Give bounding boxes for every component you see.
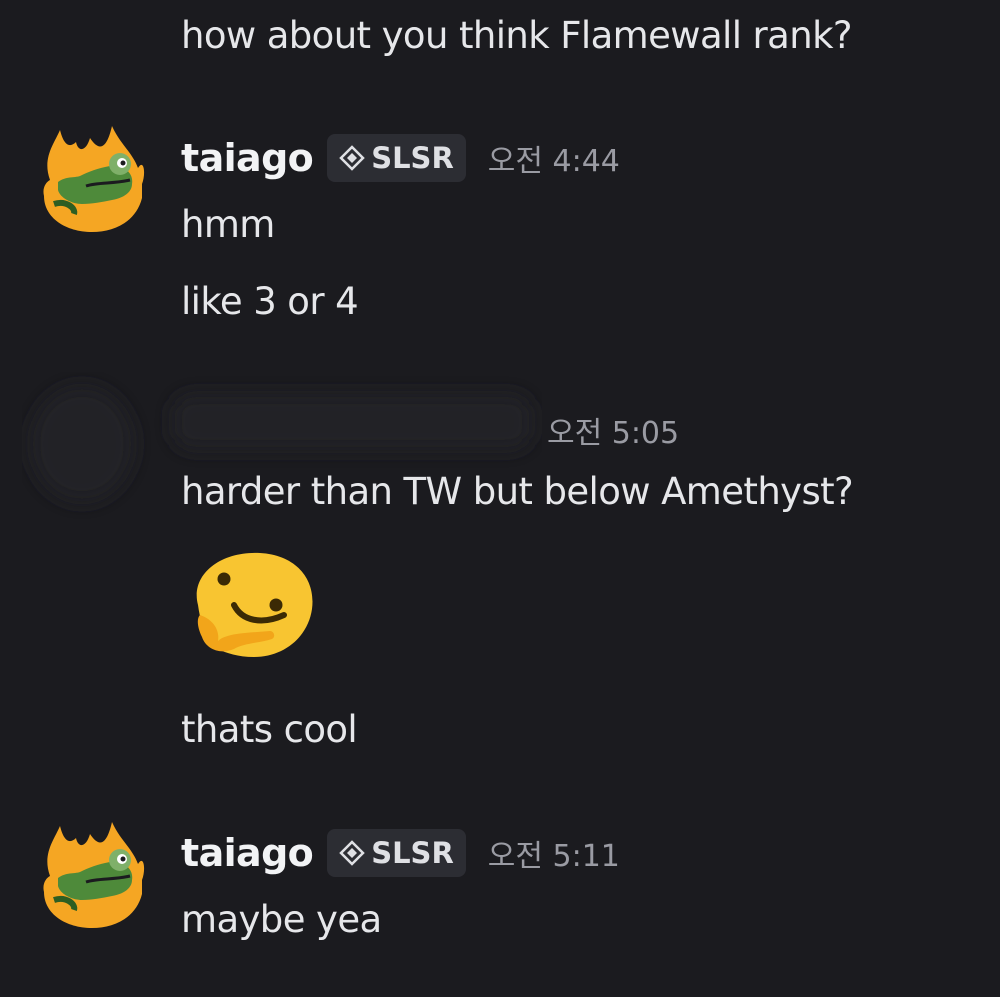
- message-text: hmm: [181, 203, 275, 246]
- timestamp: 오전 4:44: [487, 144, 620, 179]
- message-text: thats cool: [181, 708, 358, 751]
- username[interactable]: taiago: [181, 136, 314, 180]
- message-header: taiago SLSR 오전 4:44: [181, 134, 620, 182]
- message-text: maybe yea: [181, 898, 382, 941]
- server-tag[interactable]: SLSR: [327, 134, 466, 182]
- diamond-icon: [339, 145, 365, 171]
- message-text: like 3 or 4: [181, 280, 359, 323]
- timestamp: 오전 5:11: [487, 839, 620, 874]
- server-tag[interactable]: SLSR: [327, 829, 466, 877]
- redacted-author-area: [30, 386, 532, 502]
- message-text: how about you think Flamewall rank?: [181, 14, 853, 57]
- tag-label: SLSR: [371, 836, 454, 870]
- chat-message-list: how about you think Flamewall rank? taia…: [0, 0, 1000, 997]
- thinking-face-emoji: [196, 552, 313, 657]
- timestamp: 오전 5:05: [547, 416, 680, 451]
- message-text: harder than TW but below Amethyst?: [181, 470, 854, 513]
- diamond-icon: [339, 840, 365, 866]
- user-avatar[interactable]: [36, 814, 148, 930]
- username[interactable]: taiago: [181, 831, 314, 875]
- message-header: taiago SLSR 오전 5:11: [181, 829, 620, 877]
- user-avatar[interactable]: [36, 118, 148, 234]
- tag-label: SLSR: [371, 141, 454, 175]
